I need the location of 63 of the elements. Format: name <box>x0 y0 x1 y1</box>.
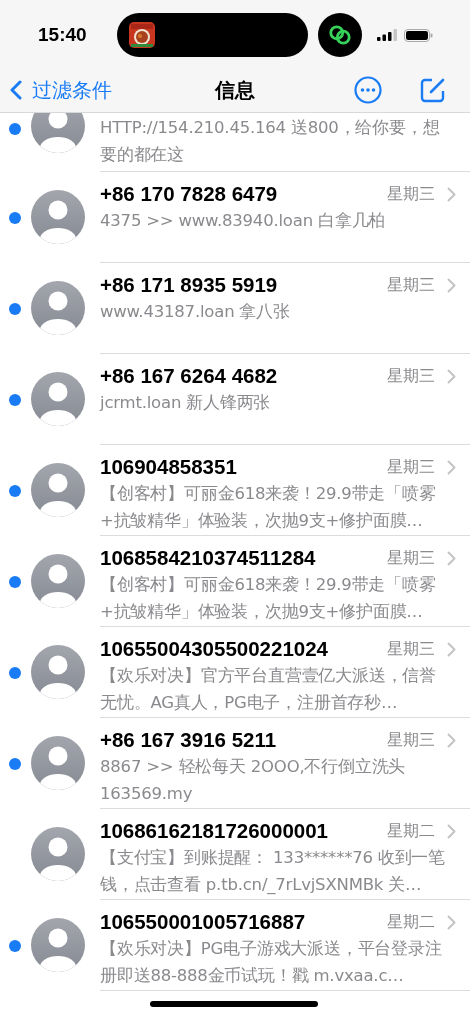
status-time: 15:40 <box>38 24 88 46</box>
sender-name: 10686162181726000001 <box>100 819 329 843</box>
conversation-row[interactable]: +86 167 3916 5211 星期三 8867 >> 轻松每天 2OOO,不行倒立洗头 163569.my <box>0 718 470 809</box>
message-preview: 【欢乐对决】PG电子游戏大派送，平台登录注册即送88-888金币试玩！戳 m.vxaa.c… <box>100 938 443 987</box>
message-preview: 【支付宝】到账提醒： 133******76 收到一笔钱，点击查看 p.tb.cn/_7rLvjSXNMBk 关… <box>100 847 447 896</box>
back-chevron-icon <box>10 80 22 100</box>
sender-name: +86 167 3916 5211 <box>100 728 277 752</box>
message-date: 星期三 <box>386 456 435 478</box>
conversation-row[interactable]: 10655004305500221024 星期三 【欢乐对决】官方平台直营壹亿大派送，信誉无忧。AG真人，PG电子，注册首存秒… <box>0 627 470 718</box>
avatar-icon <box>31 918 85 972</box>
back-button[interactable]: 过滤条件 <box>10 76 112 104</box>
chevron-icon <box>447 914 456 930</box>
message-preview: 【欢乐对决】官方平台直营壹亿大派送，信誉无忧。AG真人，PG电子，注册首存秒… <box>100 665 437 714</box>
conversation-row[interactable]: +86 170 7828 6479 星期三 4375 >> www.83940.loan 白拿几柏 <box>0 172 470 263</box>
message-preview: 【创客村】可丽金618来袭！29.9带走「喷雾+抗皱精华」体验装，次抛9支+修护面膜… <box>100 483 437 532</box>
chevron-icon <box>447 277 456 293</box>
message-date: 星期二 <box>386 820 435 842</box>
message-preview: HTTP://154.210.45.164 送800，给你要，想要的都在这 <box>100 117 441 166</box>
conversation-row[interactable]: +86 171 8935 5919 星期三 www.43187.loan 拿八张 <box>0 263 470 354</box>
message-date: 星期三 <box>386 365 435 387</box>
sender-name: +86 171 8935 5919 <box>100 273 278 297</box>
sender-name: 106550001005716887 <box>100 910 306 934</box>
avatar-icon <box>31 827 85 881</box>
message-date: 星期三 <box>386 729 435 751</box>
sender-name: 106904858351 <box>100 455 237 479</box>
avatar-icon <box>31 645 85 699</box>
chevron-icon <box>447 459 456 475</box>
sender-name: 10655004305500221024 <box>100 637 329 661</box>
avatar-icon <box>31 190 85 244</box>
avatar-icon <box>31 554 85 608</box>
chevron-icon <box>447 732 456 748</box>
avatar-icon <box>31 281 85 335</box>
compose-icon[interactable] <box>420 77 446 103</box>
more-icon[interactable] <box>354 76 382 104</box>
message-date: 星期三 <box>386 274 435 296</box>
message-preview: 【创客村】可丽金618来袭！29.9带走「喷雾+抗皱精华」体验装，次抛9支+修护面膜… <box>100 574 437 623</box>
message-date: 星期三 <box>386 183 435 205</box>
chevron-icon <box>447 550 456 566</box>
battery-icon <box>404 28 433 42</box>
chevron-icon <box>447 823 456 839</box>
avatar-icon <box>31 372 85 426</box>
conversation-row[interactable]: 106904858351 星期三 【创客村】可丽金618来袭！29.9带走「喷雾+抗皱精华」体验装，次抛9支+修护面膜… <box>0 445 470 536</box>
message-date: 星期二 <box>386 911 435 933</box>
conversation-row[interactable]: +86 167 6264 4682 星期三 jcrmt.loan 新人锋两张 <box>0 354 470 445</box>
chevron-icon <box>447 186 456 202</box>
message-preview: 8867 >> 轻松每天 2OOO,不行倒立洗头 163569.my <box>100 756 407 805</box>
sender-name: 1068584210374511284 <box>100 546 316 570</box>
chevron-icon <box>447 641 456 657</box>
sender-name: +86 170 7828 6479 <box>100 182 278 206</box>
message-date: 星期三 <box>386 638 435 660</box>
chevron-icon <box>447 368 456 384</box>
message-preview: www.43187.loan 拿八张 <box>100 301 291 323</box>
sender-name: +86 167 6264 4682 <box>100 364 278 388</box>
conversation-row[interactable]: 106550001005716887 星期二 【欢乐对决】PG电子游戏大派送，平台登录注册即送88-888金币试玩！戳 m.vxaa.c… <box>0 900 470 991</box>
message-date: 星期三 <box>386 547 435 569</box>
message-preview: jcrmt.loan 新人锋两张 <box>100 392 272 414</box>
avatar-icon <box>31 463 85 517</box>
avatar-icon <box>31 736 85 790</box>
conversation-row[interactable]: 10686162181726000001 星期二 【支付宝】到账提醒： 133******76 收到一笔钱，点击查看 p.tb.cn/_7rLvjSXNMBk 关… <box>0 809 470 900</box>
message-preview: 4375 >> www.83940.loan 白拿几柏 <box>100 210 387 232</box>
nav-title: 信息 <box>215 76 255 104</box>
signal-icon <box>377 29 397 41</box>
conversation-row[interactable]: 1068584210374511284 星期三 【创客村】可丽金618来袭！29.9带走「喷雾+抗皱精华」体验装，次抛9支+修护面膜… <box>0 536 470 627</box>
